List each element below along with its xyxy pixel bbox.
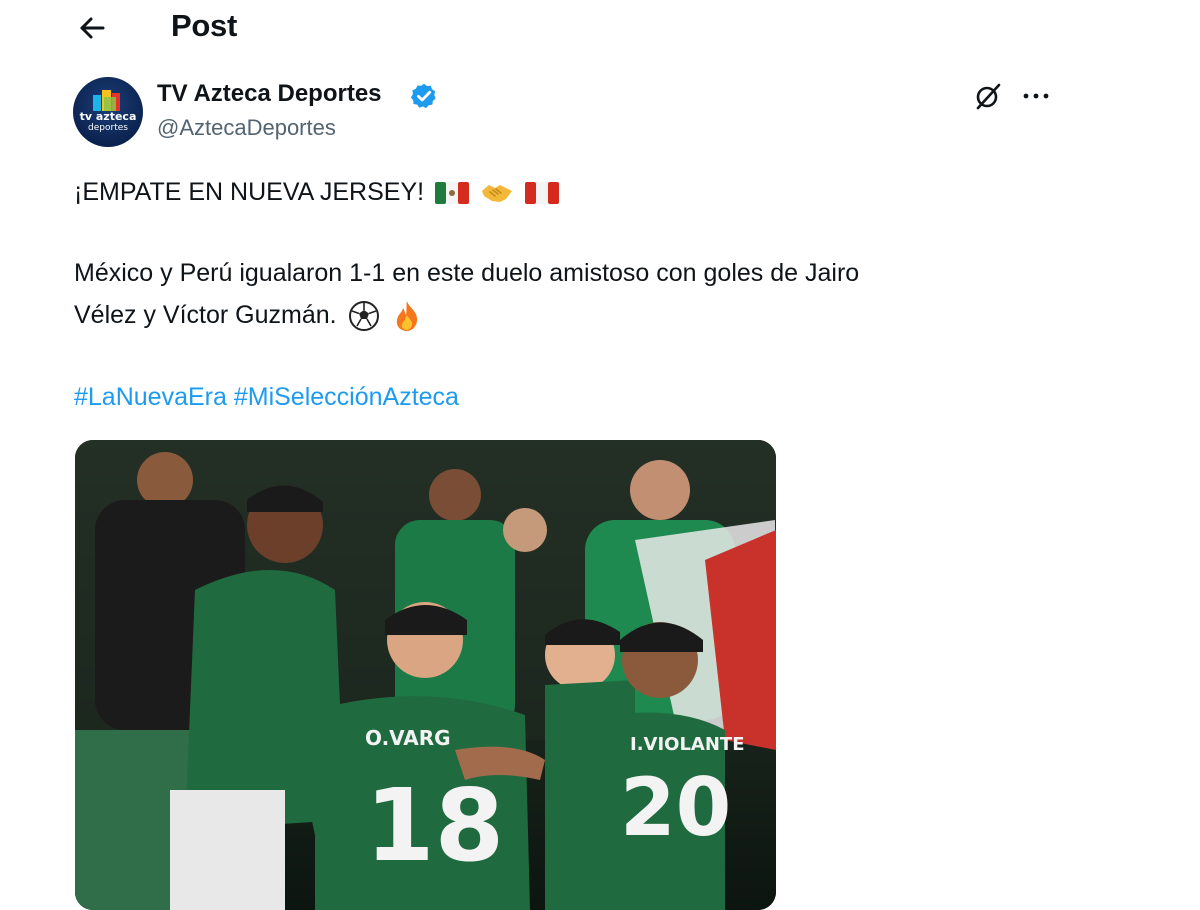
page-title: Post <box>171 8 237 43</box>
tweet-photo[interactable]: O.VARG 18 I.VIOLANTE 20 <box>75 440 776 910</box>
fire-icon <box>396 301 417 332</box>
verified-badge-icon <box>410 83 436 109</box>
mexico-flag-icon <box>435 182 470 205</box>
tweet-line-3: Vélez y Víctor Guzmán. <box>74 298 423 333</box>
tweet-headline: ¡EMPATE EN NUEVA JERSEY! <box>74 178 425 206</box>
avatar[interactable]: tv azteca deportes <box>73 77 143 147</box>
more-dots-icon <box>1023 93 1049 99</box>
photo-scene: O.VARG 18 I.VIOLANTE 20 <box>75 440 776 910</box>
tweet-line-2: México y Perú igualaron 1-1 en este duel… <box>74 259 860 287</box>
top-bar: Post <box>0 0 1200 60</box>
hashtag-row: #LaNuevaEra #MiSelecciónAzteca <box>74 380 459 414</box>
jersey-20-name: I.VIOLANTE <box>630 734 745 755</box>
author-name[interactable]: TV Azteca Deportes <box>157 80 382 108</box>
peru-flag-icon <box>524 182 559 205</box>
hashtag-mi-seleccion-azteca[interactable]: #MiSelecciónAzteca <box>234 383 459 411</box>
avatar-text-top: tv azteca <box>79 110 137 123</box>
handshake-icon <box>481 185 512 203</box>
tweet-line-3-text: Vélez y Víctor Guzmán. <box>74 301 337 329</box>
author-handle[interactable]: @AztecaDeportes <box>157 115 336 141</box>
arrow-left-icon <box>80 17 105 39</box>
more-button[interactable] <box>1016 78 1056 114</box>
jersey-18-number: 18 <box>365 767 504 884</box>
jersey-20-number: 20 <box>620 761 731 854</box>
grok-button[interactable] <box>968 78 1008 114</box>
soccer-ball-icon <box>348 301 379 332</box>
avatar-text-bottom: deportes <box>88 123 128 133</box>
grok-icon <box>976 83 1001 110</box>
jersey-18-name: O.VARG <box>365 726 451 750</box>
tweet-line-1: ¡EMPATE EN NUEVA JERSEY! <box>74 175 559 209</box>
back-button[interactable] <box>72 10 112 46</box>
hashtag-la-nueva-era[interactable]: #LaNuevaEra <box>74 383 227 411</box>
